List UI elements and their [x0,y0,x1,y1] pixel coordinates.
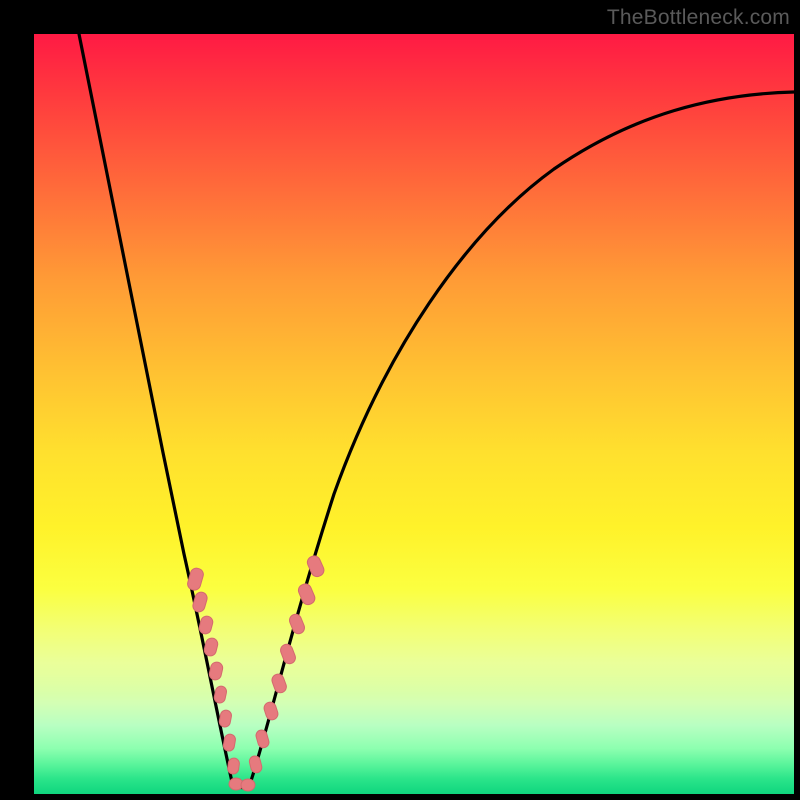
outer-frame: TheBottleneck.com [0,0,800,800]
curve-left-branch [79,34,232,782]
plot-area [34,34,794,794]
curve-right-branch [249,92,794,787]
watermark-text: TheBottleneck.com [607,6,790,30]
curve-layer [34,34,794,794]
marker-cluster [186,554,326,791]
